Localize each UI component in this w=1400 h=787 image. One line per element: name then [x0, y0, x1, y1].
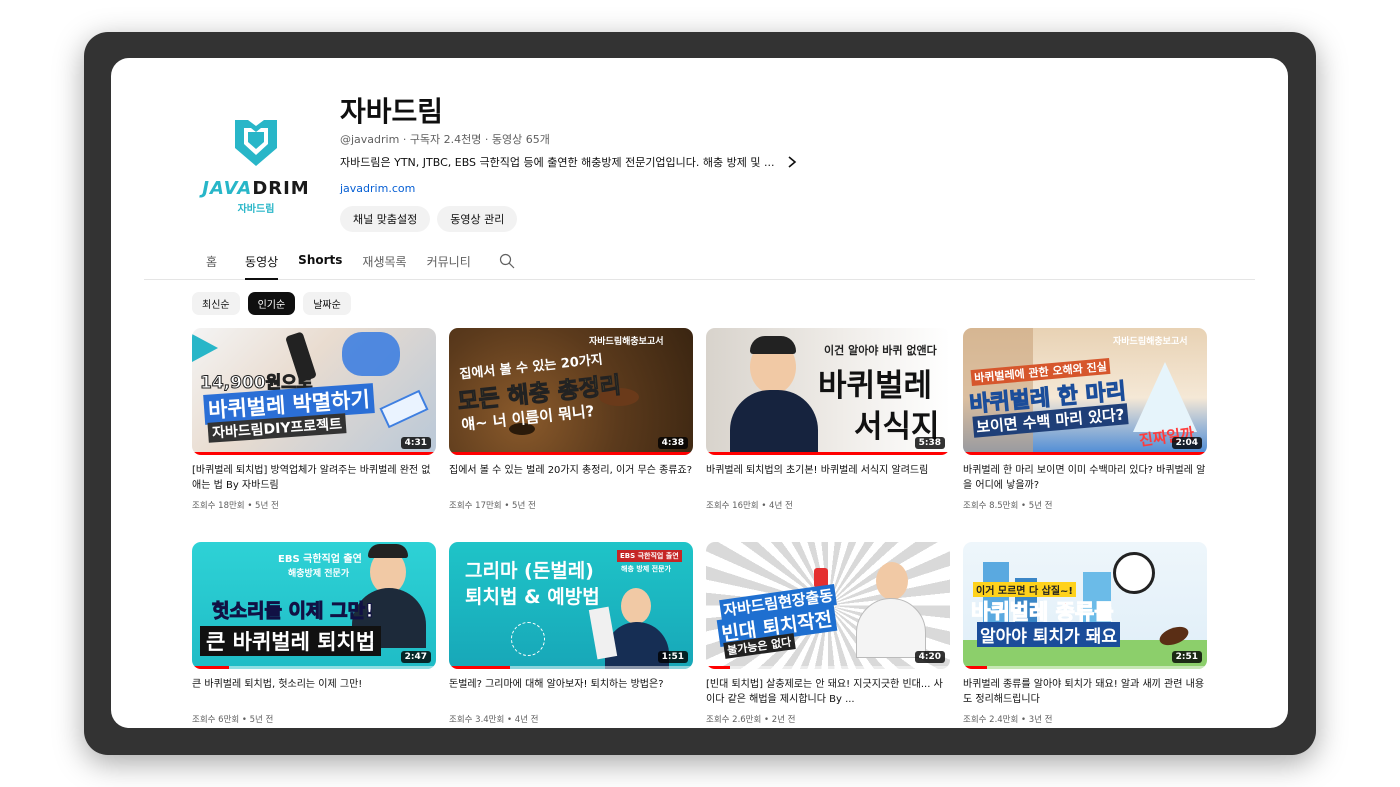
video-card[interactable]: 그리마 (돈벌레) 퇴치법 & 예방법 EBS 극한직업 출연 해충 방제 전문…	[449, 542, 693, 725]
progress-track	[706, 666, 950, 669]
video-title[interactable]: 집에서 볼 수 있는 벌레 20가지 총정리, 이거 무슨 종류죠?	[449, 463, 693, 493]
video-card[interactable]: EBS 극한직업 출연 해충방제 전문가 헛소리들 이제 그만! 큰 바퀴벌레 …	[192, 542, 436, 725]
video-duration: 2:51	[1171, 651, 1202, 663]
centipede-illustration-icon	[511, 622, 545, 656]
video-meta: 조회수 18만회 • 5년 전	[192, 501, 279, 511]
thumbnail-text: 해충방제 전문가	[288, 569, 350, 579]
video-card[interactable]: 자바드림해충보고서 바퀴벌레에 관한 오해와 진실 바퀴벌레 한 마리 보이면 …	[963, 328, 1207, 511]
person-body	[730, 390, 818, 455]
thumbnail-text: 해충 방제 전문가	[621, 565, 671, 573]
tab-home[interactable]: 홈	[206, 244, 217, 280]
thumbnail-text: 이건 알아야 바퀴 없앤다	[824, 344, 937, 357]
channel-description[interactable]: 자바드림은 YTN, JTBC, EBS 극한직업 등에 출연한 해충방제 전문…	[340, 154, 797, 170]
thumbnail-text: 그리마 (돈벌레)	[465, 560, 594, 582]
thumbnail-text: EBS 극한직업 출연	[278, 554, 362, 565]
person-face	[876, 562, 908, 600]
browser-screen: JAVADRIM 자바드림 자바드림 @javadrim · 구독자 2.4천명…	[111, 58, 1288, 728]
video-thumbnail[interactable]: 이거 모르면 다 삽질~! 바퀴벌레 종류를 알아야 퇴치가 돼요 2:51	[963, 542, 1207, 669]
video-thumbnail[interactable]: 이건 알아야 바퀴 없앤다 바퀴벌레 서식지 5:38	[706, 328, 950, 455]
video-meta: 조회수 6만회 • 5년 전	[192, 715, 274, 725]
video-thumbnail[interactable]: 그리마 (돈벌레) 퇴치법 & 예방법 EBS 극한직업 출연 해충 방제 전문…	[449, 542, 693, 669]
thumbnail-text: 큰 바퀴벌레 퇴치법	[200, 626, 382, 656]
video-thumbnail[interactable]: 14,900원으로 바퀴벌레 박멸하기 자바드림DIY프로젝트 4:31	[192, 328, 436, 455]
video-duration: 4:20	[914, 651, 945, 663]
tab-community[interactable]: 커뮤니티	[427, 244, 471, 280]
chevron-right-icon[interactable]	[787, 156, 797, 168]
watch-progress-bar	[963, 666, 988, 669]
video-duration: 5:38	[914, 437, 945, 449]
video-duration: 1:51	[657, 651, 688, 663]
watch-progress-bar	[192, 452, 436, 455]
thumbnail-text: 자바드림해충보고서	[1113, 337, 1188, 347]
video-meta: 조회수 2.6만회 • 2년 전	[706, 715, 796, 725]
channel-name: 자바드림	[340, 95, 444, 128]
video-meta: 조회수 8.5만회 • 5년 전	[963, 501, 1053, 511]
tab-playlists[interactable]: 재생목록	[362, 244, 406, 280]
video-thumbnail[interactable]: 자바드림해충보고서 바퀴벌레에 관한 오해와 진실 바퀴벌레 한 마리 보이면 …	[963, 328, 1207, 455]
channel-tabs: 홈 동영상 Shorts 재생목록 커뮤니티	[144, 244, 1255, 280]
thumbnail-text: 바퀴벌레	[818, 368, 933, 404]
chip-oldest[interactable]: 날짜순	[303, 292, 351, 315]
video-card[interactable]: 자바드림현장출동 빈대 퇴치작전 불가능은 없다 4:20 [빈대 퇴치법] 살…	[706, 542, 950, 725]
tab-videos[interactable]: 동영상	[245, 244, 279, 280]
video-title[interactable]: 큰 바퀴벌레 퇴치법, 헛소리는 이제 그만!	[192, 677, 436, 707]
magnifier-icon	[1113, 552, 1155, 594]
thumbnail-text: EBS 극한직업 출연	[617, 550, 682, 562]
video-card[interactable]: 이거 모르면 다 삽질~! 바퀴벌레 종류를 알아야 퇴치가 돼요 2:51 바…	[963, 542, 1207, 725]
video-card[interactable]: 14,900원으로 바퀴벌레 박멸하기 자바드림DIY프로젝트 4:31 [바퀴…	[192, 328, 436, 511]
channel-search-icon[interactable]	[499, 244, 515, 273]
chip-latest[interactable]: 최신순	[192, 292, 240, 315]
video-title[interactable]: [빈대 퇴치법] 살충제로는 안 돼요! 지긋지긋한 빈대... 사이다 같은 …	[706, 677, 950, 707]
logo-wordmark: JAVADRIM	[202, 178, 310, 199]
video-duration: 2:47	[400, 651, 431, 663]
progress-track	[192, 666, 436, 669]
video-meta: 조회수 3.4만회 • 4년 전	[449, 715, 539, 725]
video-title[interactable]: 바퀴벌레 종류를 알아야 퇴치가 돼요! 알과 새끼 관련 내용도 정리해드립니…	[963, 677, 1207, 707]
video-meta: 조회수 16만회 • 4년 전	[706, 501, 793, 511]
manage-videos-button[interactable]: 동영상 관리	[437, 206, 518, 232]
person-body	[856, 598, 926, 658]
video-card[interactable]: 이건 알아야 바퀴 없앤다 바퀴벌레 서식지 5:38 바퀴벌레 퇴치법의 초기…	[706, 328, 950, 511]
video-thumbnail[interactable]: 자바드림현장출동 빈대 퇴치작전 불가능은 없다 4:20	[706, 542, 950, 669]
channel-avatar[interactable]: JAVADRIM 자바드림	[201, 116, 311, 215]
video-duration: 4:38	[657, 437, 688, 449]
video-meta: 조회수 2.4만회 • 3년 전	[963, 715, 1053, 725]
channel-link[interactable]: javadrim.com	[340, 182, 415, 195]
video-thumbnail[interactable]: EBS 극한직업 출연 해충방제 전문가 헛소리들 이제 그만! 큰 바퀴벌레 …	[192, 542, 436, 669]
video-duration: 2:04	[1171, 437, 1202, 449]
video-duration: 4:31	[400, 437, 431, 449]
sort-chips: 최신순 인기순 날짜순	[192, 292, 351, 315]
customize-channel-button[interactable]: 채널 맞춤설정	[340, 206, 431, 232]
logo-subtitle: 자바드림	[237, 204, 275, 215]
channel-description-text: 자바드림은 YTN, JTBC, EBS 극한직업 등에 출연한 해충방제 전문…	[340, 156, 775, 169]
thumbnail-text: 이거 모르면 다 삽질~!	[973, 582, 1076, 597]
watch-progress-bar	[706, 666, 731, 669]
watch-progress-bar	[192, 666, 229, 669]
video-thumbnail[interactable]: 자바드림해충보고서 집에서 볼 수 있는 20가지 모든 해충 총정리 얘~ 너…	[449, 328, 693, 455]
video-title[interactable]: 돈벌레? 그리마에 대해 알아보자! 퇴치하는 방법은?	[449, 677, 693, 707]
chip-popular[interactable]: 인기순	[247, 292, 296, 315]
video-card[interactable]: 자바드림해충보고서 집에서 볼 수 있는 20가지 모든 해충 총정리 얘~ 너…	[449, 328, 693, 511]
thumbnail-text: 알아야 퇴치가 돼요	[977, 622, 1120, 647]
video-meta: 조회수 17만회 • 5년 전	[449, 501, 536, 511]
watch-progress-bar	[706, 452, 950, 455]
channel-meta: @javadrim · 구독자 2.4천명 · 동영상 65개	[340, 133, 550, 146]
watch-progress-bar	[963, 452, 1207, 455]
video-title[interactable]: 바퀴벌레 한 마리 보이면 이미 수백마리 있다? 바퀴벌레 알을 어디에 낳을…	[963, 463, 1207, 493]
thumbnail-text: 자바드림해충보고서	[589, 337, 664, 347]
thumbnail-text: 헛소리들 이제 그만!	[212, 600, 375, 623]
video-title[interactable]: 바퀴벌레 퇴치법의 초기본! 바퀴벌레 서식지 알려드림	[706, 463, 950, 493]
person-face	[621, 588, 651, 624]
progress-track	[963, 666, 1207, 669]
watch-progress-bar	[449, 666, 510, 669]
tab-shorts[interactable]: Shorts	[298, 244, 342, 280]
javadrim-logo-icon	[235, 120, 277, 166]
video-title[interactable]: [바퀴벌레 퇴치법] 방역업체가 알려주는 바퀴벌레 완전 없애는 법 By 자…	[192, 463, 436, 493]
thumbnail-text: 퇴치법 & 예방법	[465, 586, 600, 608]
watch-progress-bar	[449, 452, 693, 455]
